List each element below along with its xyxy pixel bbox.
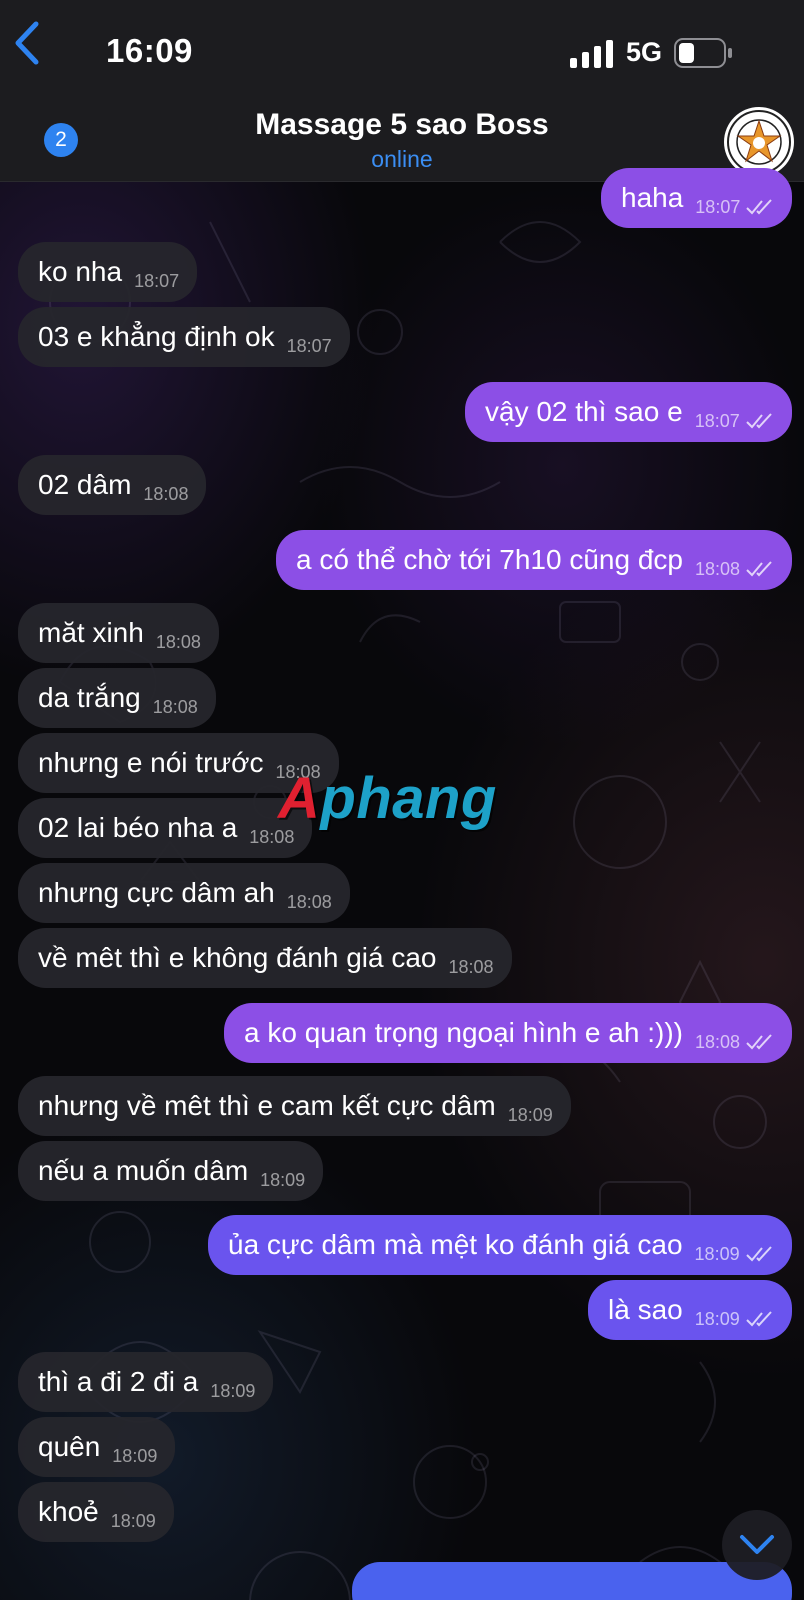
message-bubble-incoming[interactable]: quên 18:09 <box>18 1417 176 1477</box>
double-check-icon <box>746 1034 772 1050</box>
signal-icon <box>570 40 613 68</box>
message-time: 18:07 <box>695 196 741 217</box>
message-text: khoẻ <box>38 1496 99 1527</box>
message-time: 18:08 <box>152 696 198 717</box>
message-time: 18:08 <box>448 956 494 977</box>
message-text: quên <box>38 1431 101 1462</box>
message-text: nhưng về mêt thì e cam kết cực dâm <box>38 1090 496 1121</box>
message-bubble-outgoing[interactable]: ủa cực dâm mà mệt ko đánh giá cao 18:09 <box>208 1215 792 1275</box>
scroll-to-bottom-button[interactable] <box>722 1510 792 1580</box>
double-check-icon <box>745 1246 772 1262</box>
message-bubble-incoming[interactable]: măt xinh 18:08 <box>18 603 219 663</box>
message-text: nếu a muốn dâm <box>38 1155 249 1186</box>
message-bubble-incoming[interactable]: về mêt thì e không đánh giá cao 18:08 <box>18 928 512 988</box>
message-time: 18:08 <box>694 558 741 579</box>
message-time: 18:08 <box>155 631 201 652</box>
message-time: 18:09 <box>694 1308 740 1329</box>
message-time: 18:08 <box>286 891 332 912</box>
watermark-text: phang <box>320 766 497 831</box>
message-text: nhưng cực dâm ah <box>38 877 275 908</box>
network-label: 5G <box>626 37 663 67</box>
message-text: nhưng e nói trước <box>38 747 264 778</box>
message-time: 18:09 <box>260 1169 306 1190</box>
avatar[interactable] <box>724 107 794 177</box>
message-text: da trắng <box>38 682 141 713</box>
message-text: ủa cực dâm mà mệt ko đánh giá cao <box>228 1229 683 1260</box>
message-bubble-partial[interactable] <box>352 1562 792 1600</box>
message-time: 18:07 <box>694 410 740 431</box>
double-check-icon <box>746 1311 772 1327</box>
double-check-icon <box>746 561 772 577</box>
message-text: 03 e khẳng định ok <box>38 321 275 352</box>
message-bubble-incoming[interactable]: ko nha 18:07 <box>18 242 198 302</box>
message-time: 18:09 <box>210 1380 256 1401</box>
message-bubble-incoming[interactable]: 03 e khẳng định ok 18:07 <box>18 307 350 367</box>
message-time: 18:08 <box>694 1031 741 1052</box>
message-bubble-outgoing[interactable]: haha 18:07 <box>601 168 793 228</box>
message-bubble-outgoing[interactable]: a ko quan trọng ngoại hình e ah :))) 18:… <box>224 1003 793 1063</box>
message-bubble-outgoing[interactable]: vậy 02 thì sao e 18:07 <box>465 382 792 442</box>
message-text: ko nha <box>38 256 123 287</box>
message-bubble-incoming[interactable]: da trắng 18:08 <box>18 668 216 728</box>
message-time: 18:07 <box>286 335 332 356</box>
brand-logo-icon <box>727 110 791 174</box>
message-text: 02 dâm <box>38 469 132 500</box>
message-text: haha <box>621 182 684 213</box>
status-time: 16:09 <box>106 32 193 69</box>
message-bubble-incoming[interactable]: nếu a muốn dâm 18:09 <box>18 1141 324 1201</box>
chevron-left-icon <box>15 21 39 65</box>
message-bubble-incoming[interactable]: nhưng cực dâm ah 18:08 <box>18 863 350 923</box>
message-time: 18:09 <box>507 1104 553 1125</box>
message-bubble-incoming[interactable]: khoẻ 18:09 <box>18 1482 174 1542</box>
message-text: thì a đi 2 đi a <box>38 1366 199 1397</box>
message-time: 18:08 <box>143 483 189 504</box>
message-text: a ko quan trọng ngoại hình e ah :))) <box>244 1017 683 1048</box>
message-bubble-incoming[interactable]: nhưng về mêt thì e cam kết cực dâm 18:09 <box>18 1076 571 1136</box>
watermark-initial: A <box>278 766 321 831</box>
message-time: 18:09 <box>694 1243 740 1264</box>
double-check-icon <box>746 413 772 429</box>
message-text: vậy 02 thì sao e <box>485 396 683 427</box>
message-text: về mêt thì e không đánh giá cao <box>38 942 437 973</box>
back-button[interactable] <box>12 20 82 66</box>
message-bubble-outgoing[interactable]: là sao 18:09 <box>588 1280 792 1340</box>
message-bubble-incoming[interactable]: 02 lai béo nha a 18:08 <box>18 798 313 858</box>
message-text: a có thể chờ tới 7h10 cũng đcp <box>296 544 683 575</box>
battery-icon <box>674 38 732 68</box>
message-bubble-outgoing[interactable]: a có thể chờ tới 7h10 cũng đcp 18:08 <box>276 530 793 590</box>
message-time: 18:09 <box>112 1445 158 1466</box>
message-bubble-incoming[interactable]: 02 dâm 18:08 <box>18 455 207 515</box>
message-time: 18:07 <box>134 270 180 291</box>
message-bubble-incoming[interactable]: thì a đi 2 đi a 18:09 <box>18 1352 274 1412</box>
chevron-down-icon <box>740 1535 774 1554</box>
message-text: 02 lai béo nha a <box>38 812 238 843</box>
message-time: 18:09 <box>110 1510 156 1531</box>
chat-title[interactable]: Massage 5 sao Boss <box>0 108 804 142</box>
watermark: Aphang <box>278 765 497 832</box>
double-check-icon <box>746 199 773 215</box>
status-bar: 16:09 5G <box>0 0 804 100</box>
message-text: măt xinh <box>38 617 144 648</box>
message-text: là sao <box>608 1294 683 1325</box>
